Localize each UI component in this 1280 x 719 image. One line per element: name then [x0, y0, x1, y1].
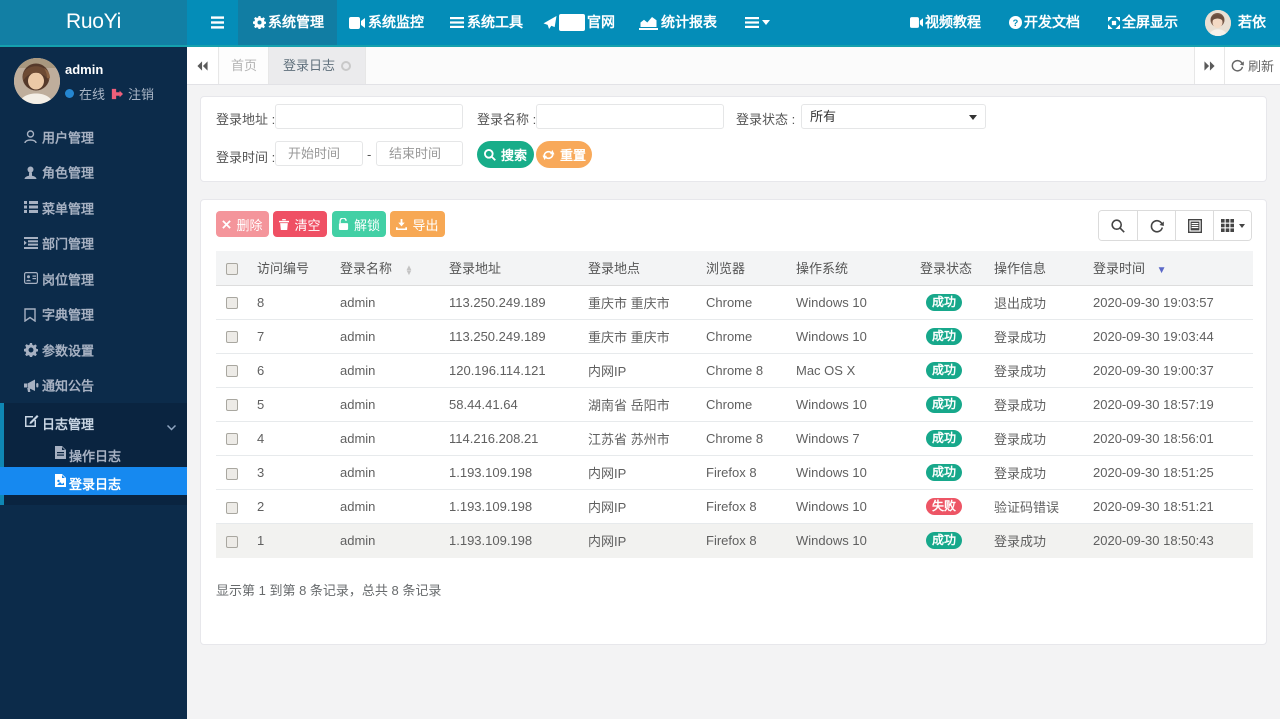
svg-text:?: ? [1013, 18, 1019, 28]
